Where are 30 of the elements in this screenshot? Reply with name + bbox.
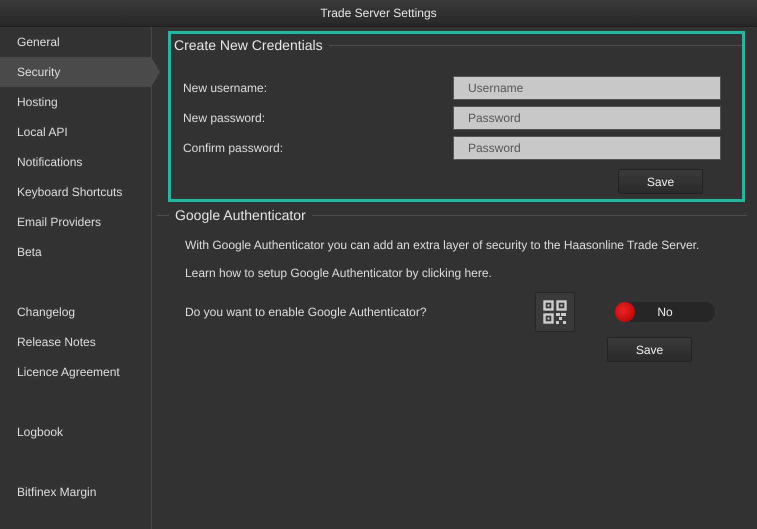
save-button[interactable]: Save — [618, 169, 703, 194]
qr-code-icon — [543, 300, 567, 324]
question-text: Do you want to enable Google Authenticator? — [185, 304, 428, 321]
sidebar-item[interactable]: General — [0, 27, 151, 57]
sidebar-item[interactable]: Security — [0, 57, 160, 87]
save-button[interactable]: Save — [607, 337, 692, 362]
sidebar-item[interactable]: Hosting — [0, 87, 151, 117]
sidebar-item[interactable]: Beta — [0, 237, 151, 267]
section-title: Google Authenticator — [175, 206, 306, 225]
field-label: New username: — [183, 80, 268, 97]
sidebar-item[interactable]: Bitfinex Margin — [0, 477, 151, 507]
sidebar-item[interactable]: Logbook — [0, 417, 151, 447]
help-text[interactable]: Learn how to setup Google Authenticator by clicking here. — [185, 264, 492, 282]
input-field[interactable]: Password — [453, 106, 721, 130]
sidebar-item[interactable]: Local API — [0, 117, 151, 147]
qr-code-button[interactable] — [535, 292, 575, 332]
input-field[interactable]: Username — [453, 76, 721, 100]
sidebar-item[interactable]: Release Notes — [0, 327, 151, 357]
sidebar-item[interactable]: Changelog — [0, 297, 151, 327]
toggle-switch[interactable]: No — [615, 302, 715, 322]
section-title: Create New Credentials — [174, 36, 323, 54]
description-text: With Google Authenticator you can add an extra layer of security to the Haasonline Trade Server. — [185, 237, 700, 254]
sidebar-item[interactable]: Email Providers — [0, 207, 151, 237]
sidebar-item[interactable]: Notifications — [0, 147, 151, 177]
sidebar-item[interactable]: Keyboard Shortcuts — [0, 177, 151, 207]
field-label: New password: — [183, 110, 266, 127]
window-title: Trade Server Settings — [0, 0, 757, 27]
sidebar-item[interactable]: Licence Agreement — [0, 357, 151, 387]
input-field[interactable]: Password — [453, 136, 721, 160]
field-label: Confirm password: — [183, 140, 284, 157]
